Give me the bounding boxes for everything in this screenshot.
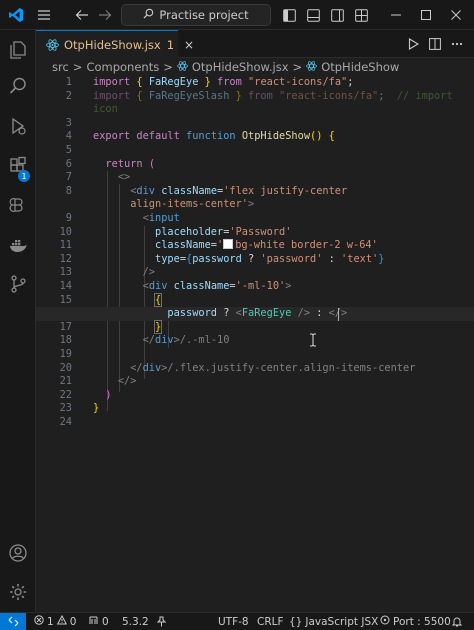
tab-close-button[interactable]: × bbox=[184, 38, 194, 52]
code-line-8-wrap: align-items-center'> bbox=[130, 198, 255, 211]
docker-icon[interactable] bbox=[6, 234, 30, 258]
language-mode: JavaScript JSX bbox=[305, 615, 379, 628]
live-server-port: Port : 5500 bbox=[393, 615, 451, 628]
react-file-icon bbox=[46, 39, 59, 54]
line-number-text: 24 bbox=[59, 416, 72, 428]
warning-icon bbox=[56, 614, 67, 628]
customize-layout-icon[interactable] bbox=[352, 4, 370, 26]
tab-filename: OtpHideShow.jsx bbox=[64, 37, 161, 52]
wifi-icon bbox=[380, 615, 390, 628]
toggle-secondary-sidebar-icon[interactable] bbox=[328, 4, 346, 26]
code-line-1: import { FaRegEye } from "react-icons/fa… bbox=[93, 76, 354, 88]
command-center-search[interactable]: Practise project bbox=[121, 4, 271, 26]
back-arrow-icon[interactable] bbox=[72, 4, 92, 26]
remote-explorer-icon[interactable] bbox=[6, 272, 30, 296]
code-line-15: { bbox=[153, 292, 163, 307]
breadcrumb-symbol[interactable]: OtpHideShow bbox=[321, 60, 399, 74]
accounts-icon[interactable] bbox=[6, 541, 30, 565]
typescript-version[interactable]: 5.3.2 bbox=[122, 613, 149, 630]
code-line-16-active: password ? <FaRegEye /> : </> bbox=[36, 307, 474, 321]
breadcrumb-separator: > bbox=[72, 60, 83, 74]
ports-status[interactable]: 0 bbox=[88, 613, 109, 630]
code-line-12: type={password ? 'password' : 'text'} bbox=[155, 252, 385, 265]
manage-gear-icon[interactable] bbox=[6, 580, 30, 604]
code-line-2: import { FaRegEyeSlash } from "react-ico… bbox=[93, 89, 453, 102]
pin-icon[interactable] bbox=[157, 613, 166, 630]
menu-icon[interactable] bbox=[33, 4, 55, 26]
encoding-status[interactable]: UTF-8 bbox=[218, 613, 249, 630]
react-file-icon bbox=[176, 60, 188, 74]
forward-arrow-icon[interactable] bbox=[95, 4, 115, 26]
line-number-text: 5 bbox=[65, 144, 72, 156]
code-editor[interactable]: 123456789101112131415161718192021222324 … bbox=[36, 76, 474, 612]
eol-status[interactable]: CRLF bbox=[257, 613, 284, 630]
source-control-icon[interactable] bbox=[6, 194, 30, 218]
run-file-icon[interactable] bbox=[404, 33, 422, 55]
search-icon bbox=[143, 8, 154, 22]
extensions-badge: 1 bbox=[18, 170, 30, 182]
braces-icon: {} bbox=[289, 615, 303, 628]
remote-indicator-icon[interactable] bbox=[0, 613, 26, 630]
line-number: 19 bbox=[36, 348, 474, 362]
live-server-status[interactable]: Port : 5500 bbox=[380, 613, 451, 630]
tab-otphideshow[interactable]: OtpHideShow.jsx 1 × bbox=[36, 30, 194, 58]
code-line-20: </div>/.flex.justify-center.align-items-… bbox=[130, 361, 416, 374]
error-count: 1 bbox=[47, 615, 54, 628]
code-line-23: } bbox=[93, 402, 100, 415]
title-bar: Practise project bbox=[0, 0, 474, 30]
line-number-text: 19 bbox=[59, 348, 72, 360]
minimize-window-icon[interactable] bbox=[386, 4, 406, 26]
code-line-10: placeholder='Password' bbox=[155, 225, 292, 238]
error-icon bbox=[34, 615, 44, 628]
ports-count: 0 bbox=[102, 615, 109, 628]
mouse-ibeam-cursor-icon bbox=[309, 332, 317, 351]
language-status[interactable]: {} JavaScript JSX bbox=[289, 613, 378, 630]
code-line-18: </div>/.-ml-10 bbox=[142, 334, 230, 347]
line-number: 5 bbox=[36, 144, 474, 158]
code-line-17: } bbox=[153, 319, 163, 334]
broadcast-icon bbox=[88, 615, 99, 628]
tab-problem-count: 1 bbox=[166, 37, 175, 52]
search-text: Practise project bbox=[159, 8, 249, 22]
breadcrumb-file[interactable]: OtpHideShow.jsx bbox=[192, 60, 289, 74]
editor-tab-bar: OtpHideShow.jsx 1 × bbox=[36, 30, 474, 58]
line-number: 24 bbox=[36, 416, 474, 430]
toggle-panel-icon[interactable] bbox=[304, 4, 322, 26]
code-line-14: <div className='-ml-10'> bbox=[142, 280, 292, 292]
code-line-2-wrap: icon bbox=[93, 103, 118, 116]
warning-count: 0 bbox=[69, 615, 77, 628]
breadcrumb-src[interactable]: src bbox=[52, 60, 69, 74]
code-line-4: export default function OtpHideShow() { bbox=[93, 130, 335, 143]
code-line-9: <input bbox=[142, 212, 180, 224]
maximize-window-icon[interactable] bbox=[416, 4, 436, 26]
line-number: 3 bbox=[36, 117, 474, 131]
status-bar: 1 0 0 5.3.2 UTF-8 CRLF {} JavaScript JSX… bbox=[0, 612, 474, 630]
vscode-logo-icon bbox=[6, 4, 26, 26]
symbol-component-icon bbox=[306, 60, 318, 74]
code-line-13: /> bbox=[142, 266, 156, 279]
problems-status[interactable]: 1 0 bbox=[34, 613, 76, 630]
code-line-22: ) bbox=[105, 388, 112, 401]
run-debug-icon[interactable] bbox=[6, 114, 30, 138]
code-line-11: className=' bg-white border-2 w-64' bbox=[155, 239, 378, 252]
activity-bar: 1 bbox=[0, 30, 36, 612]
line-number-text: 3 bbox=[65, 116, 72, 129]
text-cursor bbox=[338, 307, 339, 321]
breadcrumb-separator: > bbox=[163, 60, 173, 74]
notifications-bell-icon[interactable] bbox=[452, 613, 462, 630]
split-editor-icon[interactable] bbox=[426, 33, 444, 55]
close-window-icon[interactable] bbox=[446, 4, 466, 26]
explorer-icon[interactable] bbox=[6, 38, 30, 62]
code-line-7: <> bbox=[117, 171, 131, 184]
breadcrumb-separator: > bbox=[292, 60, 303, 74]
toggle-primary-sidebar-icon[interactable] bbox=[280, 4, 298, 26]
breadcrumb-components[interactable]: Components bbox=[86, 60, 159, 74]
code-line-21: </> bbox=[117, 375, 137, 388]
code-line-8: <div className='flex justify-center bbox=[130, 184, 348, 197]
breadcrumb: src > Components > OtpHideShow.jsx > Otp… bbox=[36, 58, 474, 76]
search-icon[interactable] bbox=[6, 74, 30, 98]
more-actions-icon[interactable] bbox=[448, 33, 466, 55]
code-line-6: return ( bbox=[105, 157, 156, 170]
